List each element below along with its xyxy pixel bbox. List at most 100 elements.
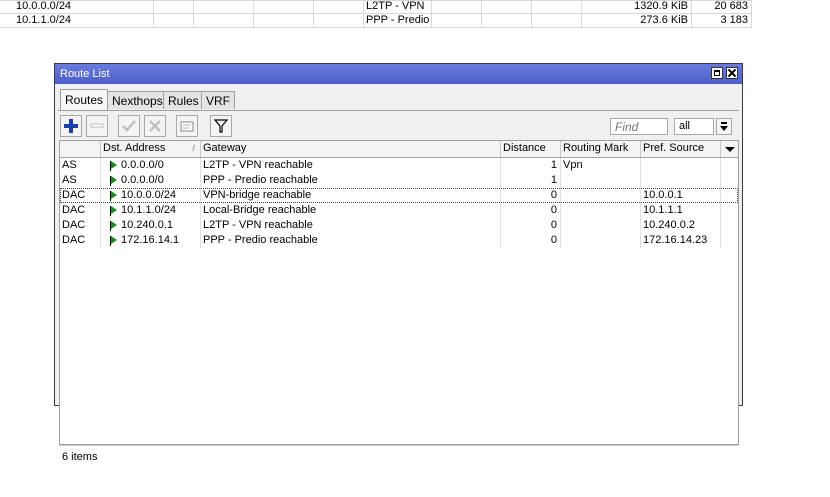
cell-text: 10.1.1.1: [643, 204, 683, 216]
disable-button[interactable]: [144, 115, 166, 137]
table-header: Dst. Address / Gateway Distance Routing …: [60, 141, 738, 158]
cell-pref: 10.240.0.2: [641, 218, 721, 233]
cell-text: 10.240.0.1: [121, 219, 173, 231]
cell-type: DAC: [60, 218, 101, 233]
comment-button[interactable]: [176, 115, 198, 137]
cell-pref: [641, 173, 721, 188]
cell-text: AS: [62, 159, 77, 171]
background-row: 10.0.0.0/24 L2TP - VPN 1320.9 KiB 20 683: [0, 0, 830, 14]
col-type[interactable]: [60, 141, 101, 157]
cell-mark: [561, 233, 641, 248]
close-icon[interactable]: [726, 67, 738, 79]
col-dst-address[interactable]: Dst. Address /: [101, 141, 201, 157]
cell-dst: 172.16.14.1: [101, 233, 201, 248]
cell-type: DAC: [60, 188, 101, 203]
tab-vrf[interactable]: VRF: [201, 91, 235, 109]
plus-icon: [64, 119, 78, 133]
find-input[interactable]: [610, 118, 668, 135]
cell-type: DAC: [60, 203, 101, 218]
bg-size: 1320.9 KiB: [634, 0, 688, 12]
cell-distance: 0: [501, 188, 561, 203]
cell-text: 0.0.0.0/0: [121, 159, 164, 171]
cell-text: DAC: [62, 189, 86, 201]
add-button[interactable]: [60, 115, 82, 137]
cell-distance: 0: [501, 218, 561, 233]
table-row[interactable]: AS 0.0.0.0/0 L2TP - VPN reachable 1 Vpn: [60, 158, 738, 173]
route-flag-icon: [110, 191, 117, 201]
cell-mark: [561, 188, 641, 203]
comment-icon: [180, 121, 194, 132]
route-flag-icon: [110, 176, 117, 186]
minus-icon: [90, 123, 104, 128]
remove-button[interactable]: [86, 115, 108, 137]
toolbar: all: [60, 115, 738, 139]
x-icon: [149, 120, 161, 132]
bg-network: 10.1.1.0/24: [16, 14, 72, 26]
table-row[interactable]: AS 0.0.0.0/0 PPP - Predio reachable 1: [60, 173, 738, 188]
cell-distance: 1: [501, 173, 561, 188]
background-row: 10.1.1.0/24 PPP - Predio 273.6 KiB 3 183: [0, 14, 830, 28]
cell-text: DAC: [62, 219, 86, 231]
table-row[interactable]: DAC 10.1.1.0/24 Local-Bridge reachable 0 10.…: [60, 203, 738, 218]
tab-routes[interactable]: Routes: [60, 89, 109, 111]
filter-select[interactable]: all: [674, 118, 714, 135]
filter-button[interactable]: [210, 115, 232, 137]
dropdown-icon[interactable]: [716, 118, 732, 135]
bg-interface: PPP - Predio: [366, 14, 430, 26]
col-pref-source[interactable]: Pref. Source: [641, 141, 721, 157]
cell-text: PPP - Predio reachable: [203, 174, 318, 186]
cell-text: 172.16.14.1: [121, 234, 180, 246]
cell-text: PPP - Predio reachable: [203, 234, 318, 246]
col-distance[interactable]: Distance: [501, 141, 561, 157]
maximize-icon[interactable]: [711, 67, 723, 79]
cell-text: 0: [550, 234, 557, 246]
cell-gateway: Local-Bridge reachable: [201, 203, 501, 218]
cell-pref: 10.1.1.1: [641, 203, 721, 218]
cell-text: AS: [62, 174, 77, 186]
col-dst-address-label: Dst. Address: [103, 142, 166, 154]
tab-nexthops[interactable]: Nexthops: [107, 91, 168, 109]
table-row[interactable]: DAC 172.16.14.1 PPP - Predio reachable 0 172…: [60, 233, 738, 248]
cell-type: AS: [60, 173, 101, 188]
window-titlebar[interactable]: Route List: [55, 64, 742, 84]
cell-pref: 10.0.0.1: [641, 188, 721, 203]
window-title: Route List: [60, 68, 110, 80]
cell-text: 0: [550, 189, 557, 201]
route-list-window: Route List Routes Nexthops Rules VRF all: [54, 63, 743, 463]
cell-gateway: PPP - Predio reachable: [201, 233, 501, 248]
cell-text: 10.0.0.1: [643, 189, 683, 201]
route-flag-icon: [110, 221, 117, 231]
bg-count: 20 683: [714, 0, 748, 12]
route-flag-icon: [110, 206, 117, 216]
cell-text: VPN-bridge reachable: [203, 189, 312, 201]
cell-gateway: PPP - Predio reachable: [201, 173, 501, 188]
cell-pref: 172.16.14.23: [641, 233, 721, 248]
cell-gateway: L2TP - VPN reachable: [201, 218, 501, 233]
cell-text: L2TP - VPN reachable: [203, 219, 313, 231]
cell-text: DAC: [62, 204, 86, 216]
cell-text: 10.240.0.2: [643, 219, 695, 231]
col-gateway[interactable]: Gateway: [201, 141, 501, 157]
cell-text: Vpn: [563, 159, 583, 171]
route-flag-icon: [110, 236, 117, 246]
cell-text: 1: [550, 159, 557, 171]
bg-size: 273.6 KiB: [640, 14, 688, 26]
routes-table: Dst. Address / Gateway Distance Routing …: [59, 140, 739, 445]
cell-dst: 0.0.0.0/0: [101, 158, 201, 173]
cell-distance: 0: [501, 233, 561, 248]
cell-dst: 10.240.0.1: [101, 218, 201, 233]
table-row[interactable]: DAC 10.240.0.1 L2TP - VPN reachable 0 10.240…: [60, 218, 738, 233]
cell-dst: 10.1.1.0/24: [101, 203, 201, 218]
col-routing-mark[interactable]: Routing Mark: [561, 141, 641, 157]
enable-button[interactable]: [118, 115, 140, 137]
cell-text: 172.16.14.23: [643, 234, 708, 246]
column-menu-icon[interactable]: [721, 141, 738, 157]
tab-rules[interactable]: Rules: [163, 91, 204, 109]
cell-mark: Vpn: [561, 158, 641, 173]
table-row[interactable]: DAC 10.0.0.0/24 VPN-bridge reachable 0 10.0.…: [60, 188, 738, 203]
funnel-icon: [214, 119, 228, 133]
cell-text: Local-Bridge reachable: [203, 204, 317, 216]
route-flag-icon: [110, 161, 117, 171]
cell-type: AS: [60, 158, 101, 173]
bg-count: 3 183: [720, 14, 748, 26]
